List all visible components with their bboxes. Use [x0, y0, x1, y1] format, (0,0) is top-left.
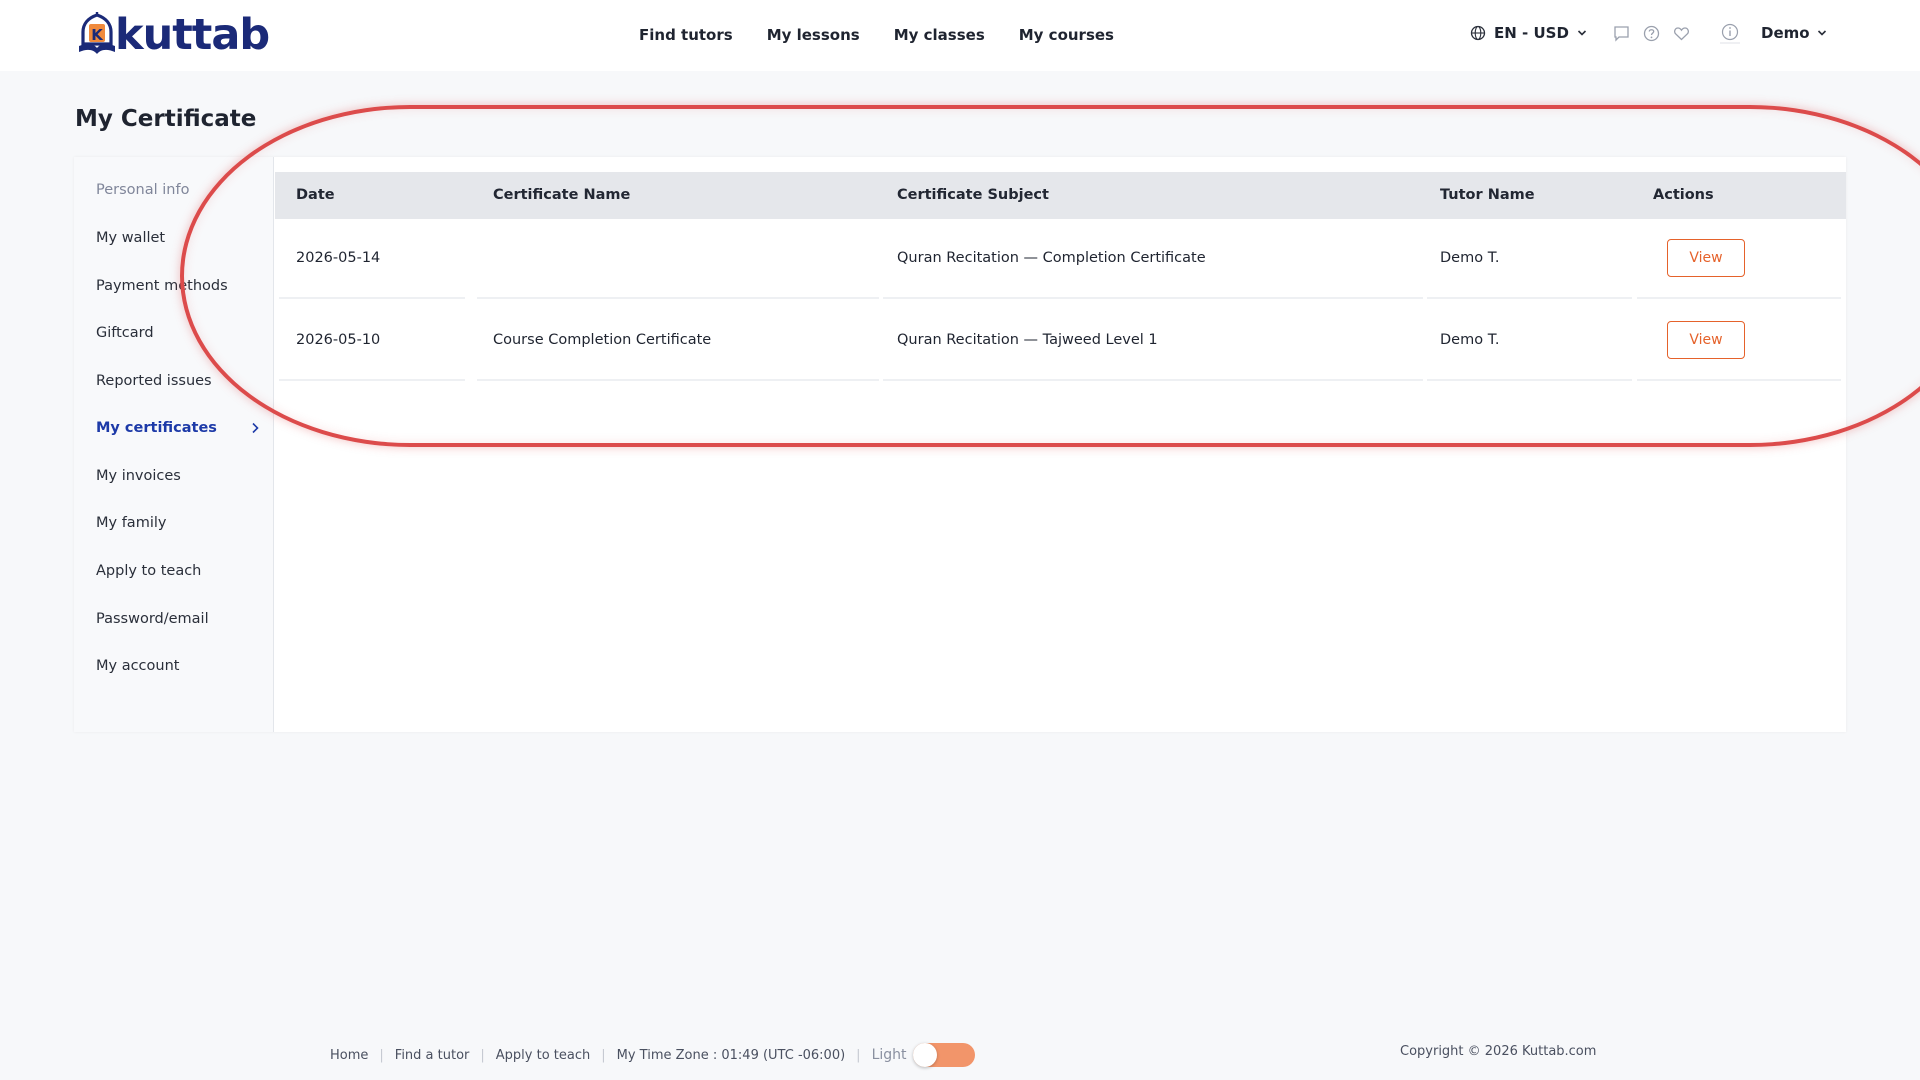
- language-currency-selector[interactable]: EN - USD: [1470, 24, 1587, 42]
- sidebar-item-my-invoices[interactable]: My invoices: [96, 465, 266, 487]
- sidebar-item-giftcard[interactable]: Giftcard: [96, 322, 266, 344]
- view-certificate-button[interactable]: View: [1667, 321, 1745, 359]
- table-header-row: Date Certificate Name Certificate Subjec…: [275, 172, 1846, 219]
- footer-link-home[interactable]: Home: [330, 1048, 368, 1063]
- footer-separator: |: [856, 1047, 861, 1063]
- sidebar-item-password-email[interactable]: Password/email: [96, 608, 266, 630]
- nav-my-classes[interactable]: My classes: [894, 24, 985, 46]
- footer-separator: |: [379, 1047, 384, 1063]
- chevron-down-icon: [1577, 30, 1586, 36]
- row-divider: [1427, 379, 1632, 381]
- nav-find-tutors[interactable]: Find tutors: [639, 24, 733, 46]
- footer-separator: |: [480, 1047, 485, 1063]
- footer-link-find-a-tutor[interactable]: Find a tutor: [395, 1048, 470, 1063]
- sidebar-item-payment-methods[interactable]: Payment methods: [96, 275, 266, 297]
- cell-certificate-subject: Quran Recitation — Tajweed Level 1: [897, 332, 1158, 348]
- certificates-card: Personal info My wallet Payment methods …: [74, 157, 1846, 732]
- nav-my-lessons[interactable]: My lessons: [767, 24, 860, 46]
- footer: Home | Find a tutor | Apply to teach | M…: [330, 1043, 975, 1067]
- cell-tutor-name: Demo T.: [1440, 250, 1500, 266]
- lang-currency-label: EN - USD: [1494, 24, 1569, 42]
- help-icon[interactable]: [1643, 25, 1660, 42]
- nav-my-courses[interactable]: My courses: [1019, 24, 1114, 46]
- table-row: 2026-05-14 Quran Recitation — Completion…: [275, 219, 1846, 299]
- footer-link-apply-to-teach[interactable]: Apply to teach: [496, 1048, 590, 1063]
- header-icon-group: [1613, 25, 1690, 42]
- row-divider: [1637, 379, 1841, 381]
- row-divider: [883, 297, 1423, 299]
- user-name: Demo: [1761, 24, 1810, 42]
- row-divider: [279, 297, 465, 299]
- column-header-date: Date: [296, 187, 335, 203]
- theme-label: Light: [871, 1047, 907, 1063]
- cell-certificate-subject: Quran Recitation — Completion Certificat…: [897, 250, 1206, 266]
- row-divider: [279, 379, 465, 381]
- kuttab-logo[interactable]: K kuttab: [76, 10, 270, 60]
- column-header-certificate-subject: Certificate Subject: [897, 187, 1049, 203]
- theme-toggle-knob: [912, 1043, 937, 1067]
- chat-icon[interactable]: [1613, 25, 1630, 42]
- top-header: K kuttab Find tutors My lessons My class…: [0, 0, 1920, 71]
- chevron-down-icon: [1817, 30, 1826, 36]
- row-divider: [477, 379, 879, 381]
- column-header-certificate-name: Certificate Name: [493, 187, 631, 203]
- sidebar-item-reported-issues[interactable]: Reported issues: [96, 370, 266, 392]
- logo-mark-letter: K: [91, 26, 104, 44]
- sidebar-item-my-certificates[interactable]: My certificates: [96, 417, 266, 439]
- kuttab-logo-mark-icon: K: [79, 12, 115, 54]
- sidebar-item-label: My certificates: [96, 420, 217, 436]
- row-divider: [477, 297, 879, 299]
- sidebar-item-my-account[interactable]: My account: [96, 655, 266, 677]
- cell-date: 2026-05-14: [296, 250, 381, 266]
- cell-tutor-name: Demo T.: [1440, 332, 1500, 348]
- cell-certificate-name: Course Completion Certificate: [493, 332, 712, 348]
- copyright: Copyright © 2026 Kuttab.com: [1400, 1044, 1597, 1059]
- main-nav: Find tutors My lessons My classes My cou…: [639, 24, 1114, 46]
- certificates-table: Date Certificate Name Certificate Subjec…: [275, 157, 1846, 732]
- table-row: 2026-05-10 Course Completion Certificate…: [275, 301, 1846, 381]
- footer-separator: |: [601, 1047, 606, 1063]
- sidebar-item-my-family[interactable]: My family: [96, 512, 266, 534]
- column-header-actions: Actions: [1653, 187, 1714, 203]
- footer-timezone: My Time Zone : 01:49 (UTC -06:00): [616, 1047, 846, 1063]
- sidebar-item-my-wallet[interactable]: My wallet: [96, 227, 266, 249]
- view-certificate-button[interactable]: View: [1667, 239, 1745, 277]
- heart-icon[interactable]: [1673, 25, 1690, 42]
- account-sidebar: Personal info My wallet Payment methods …: [74, 157, 274, 732]
- row-divider: [1637, 297, 1841, 299]
- user-menu[interactable]: Demo: [1761, 24, 1827, 42]
- column-header-tutor-name: Tutor Name: [1440, 187, 1535, 203]
- globe-icon: [1470, 25, 1486, 41]
- sidebar-item-apply-to-teach[interactable]: Apply to teach: [96, 560, 266, 582]
- logo-wordmark: kuttab: [115, 10, 270, 60]
- row-divider: [1427, 297, 1632, 299]
- theme-toggle[interactable]: [912, 1043, 975, 1067]
- cell-date: 2026-05-10: [296, 332, 381, 348]
- chevron-right-icon: [252, 422, 259, 434]
- row-divider: [883, 379, 1423, 381]
- sidebar-item-personal-info[interactable]: Personal info: [96, 179, 266, 201]
- info-icon[interactable]: [1720, 22, 1740, 44]
- page-title: My Certificate: [75, 106, 257, 132]
